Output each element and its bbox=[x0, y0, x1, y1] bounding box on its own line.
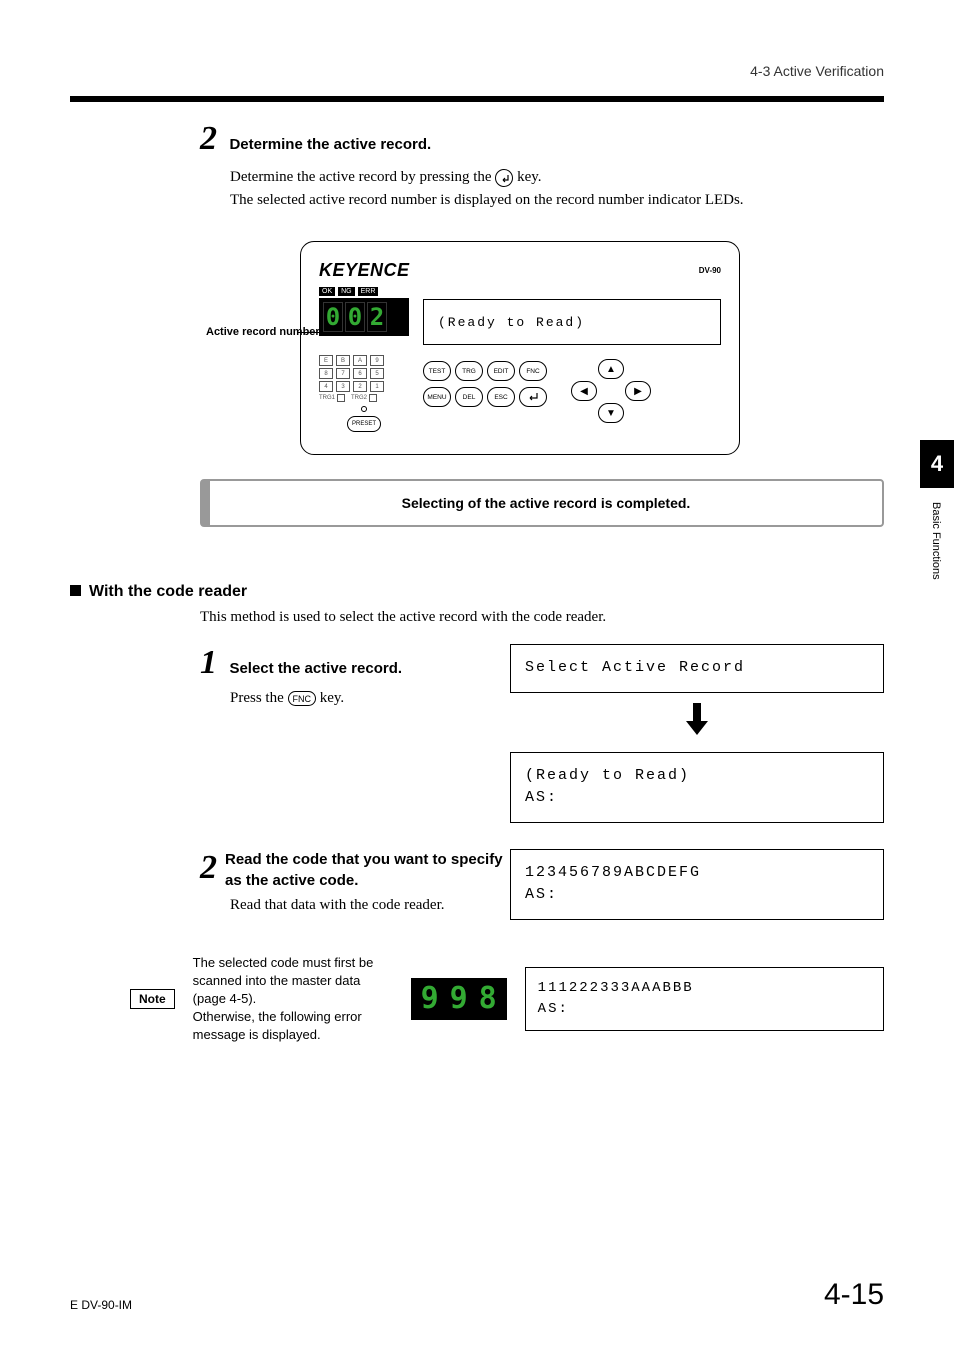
segment-display: 0 0 2 bbox=[319, 298, 409, 336]
record-leds: EBA9 8765 4321 TRG1TRG2 PRESET bbox=[319, 355, 409, 432]
pointer-line bbox=[297, 332, 339, 333]
note-text: The selected code must first be scanned … bbox=[193, 954, 393, 1045]
trg-button[interactable]: TRG bbox=[455, 361, 483, 381]
dpad: ▲ ▼ ◀ ▶ bbox=[571, 359, 651, 423]
side-tab: 4 Basic Functions bbox=[920, 440, 954, 580]
up-button[interactable]: ▲ bbox=[598, 359, 624, 379]
completion-banner: Selecting of the active record is comple… bbox=[200, 479, 884, 527]
edit-button[interactable]: EDIT bbox=[487, 361, 515, 381]
preset-button[interactable]: PRESET bbox=[347, 416, 381, 432]
brand-logo: KEYENCE bbox=[319, 260, 410, 281]
section-intro: This method is used to select the active… bbox=[200, 609, 884, 626]
step-number: 2 bbox=[200, 849, 217, 891]
step-title: Select the active record. bbox=[229, 660, 402, 677]
preset-led bbox=[361, 406, 367, 412]
right-button[interactable]: ▶ bbox=[625, 381, 651, 401]
arrow-down-icon bbox=[510, 703, 884, 742]
header-rule bbox=[70, 96, 884, 102]
step-body: Read that data with the code reader. bbox=[230, 897, 510, 914]
footer-left: E DV-90-IM bbox=[70, 1298, 132, 1312]
lcd-ready: (Ready to Read) AS: bbox=[510, 752, 884, 823]
left-button[interactable]: ◀ bbox=[571, 381, 597, 401]
breadcrumb: 4-3 Active Verification bbox=[750, 63, 884, 79]
bullet-icon bbox=[70, 585, 81, 596]
device-panel: Active record number KEYENCE DV-90 OKNGE… bbox=[300, 241, 740, 455]
model-label: DV-90 bbox=[699, 266, 721, 275]
down-button[interactable]: ▼ bbox=[598, 403, 624, 423]
lcd-select-active: Select Active Record bbox=[510, 644, 884, 693]
test-button[interactable]: TEST bbox=[423, 361, 451, 381]
enter-key-icon bbox=[495, 169, 513, 187]
step-body: Determine the active record by pressing … bbox=[230, 166, 884, 211]
section-heading: With the code reader bbox=[70, 583, 884, 601]
del-button[interactable]: DEL bbox=[455, 387, 483, 407]
fnc-key-icon: FNC bbox=[288, 691, 317, 706]
status-leds: OKNGERR bbox=[319, 287, 409, 296]
step-title: Read the code that you want to specify a… bbox=[225, 849, 510, 891]
button-grid: TEST TRG EDIT FNC MENU DEL ESC bbox=[423, 361, 547, 407]
page-number: 4-15 bbox=[824, 1278, 884, 1312]
enter-button[interactable] bbox=[519, 387, 547, 407]
chapter-number: 4 bbox=[920, 440, 954, 488]
step-number: 2 bbox=[200, 120, 217, 158]
error-segment: 9 9 8 bbox=[411, 978, 507, 1020]
error-lcd: 111222333AAABBB AS: bbox=[525, 967, 884, 1031]
lcd-code: 123456789ABCDEFG AS: bbox=[510, 849, 884, 920]
lcd-display: (Ready to Read) bbox=[423, 299, 721, 345]
fnc-button[interactable]: FNC bbox=[519, 361, 547, 381]
note-label: Note bbox=[130, 989, 175, 1009]
chapter-label: Basic Functions bbox=[930, 502, 942, 580]
step-title: Determine the active record. bbox=[229, 136, 431, 153]
menu-button[interactable]: MENU bbox=[423, 387, 451, 407]
esc-button[interactable]: ESC bbox=[487, 387, 515, 407]
step-number: 1 bbox=[200, 644, 217, 682]
step-body: Press the FNC key. bbox=[230, 690, 510, 707]
